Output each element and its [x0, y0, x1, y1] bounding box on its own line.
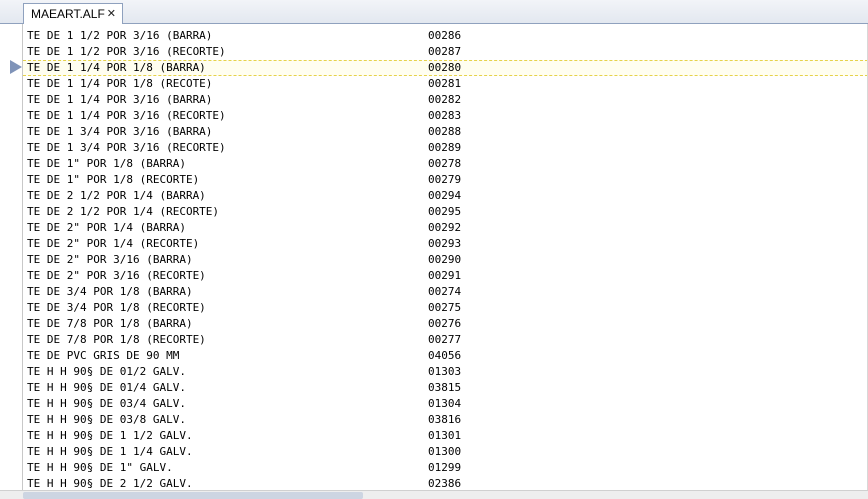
line-code: 00291 — [428, 269, 462, 282]
line-code: 00293 — [428, 237, 462, 250]
line-description: TE H H 90§ DE 2 1/2 GALV. — [27, 477, 193, 490]
line-description: TE DE 2" POR 3/16 (BARRA) — [27, 253, 193, 266]
tab-title: MAEART.ALF — [31, 7, 105, 21]
line-code: 00287 — [428, 45, 462, 58]
line-code: 00274 — [428, 285, 462, 298]
line-code: 01303 — [428, 365, 462, 378]
text-line[interactable]: TE DE 2" POR 3/16 (RECORTE) 00291 — [23, 268, 868, 284]
line-description: TE H H 90§ DE 1 1/4 GALV. — [27, 445, 193, 458]
line-description: TE H H 90§ DE 1" GALV. — [27, 461, 173, 474]
text-editor[interactable]: TE DE 1 1/2 POR 3/16 (BARRA) 00286 TE DE 1… — [23, 28, 868, 490]
line-code: 00294 — [428, 189, 462, 202]
text-line[interactable]: TE DE 1 1/4 POR 1/8 (RECOTE) 00281 — [23, 76, 868, 92]
line-code: 00280 — [428, 61, 462, 74]
line-description: TE DE 7/8 POR 1/8 (BARRA) — [27, 317, 193, 330]
current-line[interactable]: TE DE 1 1/4 POR 1/8 (BARRA) 00280 — [23, 60, 868, 76]
line-description: TE DE 1 3/4 POR 3/16 (RECORTE) — [27, 141, 226, 154]
line-description: TE DE 7/8 POR 1/8 (RECORTE) — [27, 333, 206, 346]
line-description: TE DE 2" POR 1/4 (BARRA) — [27, 221, 186, 234]
text-line[interactable]: TE H H 90§ DE 1 1/2 GALV. 01301 — [23, 428, 868, 444]
line-description: TE H H 90§ DE 03/8 GALV. — [27, 413, 186, 426]
line-code: 00288 — [428, 125, 462, 138]
text-line[interactable]: TE DE 1 1/2 POR 3/16 (RECORTE) 00287 — [23, 44, 868, 60]
line-code: 03815 — [428, 381, 462, 394]
horizontal-scrollbar-thumb[interactable] — [23, 492, 363, 499]
text-line[interactable]: TE DE 3/4 POR 1/8 (RECORTE) 00275 — [23, 300, 868, 316]
line-description: TE DE 2 1/2 POR 1/4 (RECORTE) — [27, 205, 220, 218]
line-description: TE DE 1" POR 1/8 (RECORTE) — [27, 173, 200, 186]
line-description: TE DE 1 1/4 POR 3/16 (BARRA) — [27, 93, 213, 106]
line-description: TE DE 1 1/2 POR 3/16 (BARRA) — [27, 29, 213, 42]
line-code: 00295 — [428, 205, 462, 218]
line-description: TE H H 90§ DE 01/4 GALV. — [27, 381, 186, 394]
line-code: 02386 — [428, 477, 462, 490]
line-code: 00276 — [428, 317, 462, 330]
text-line[interactable]: TE H H 90§ DE 1 1/4 GALV. 01300 — [23, 444, 868, 460]
tab-bar: MAEART.ALF ✕ — [0, 0, 868, 24]
line-description: TE DE 3/4 POR 1/8 (BARRA) — [27, 285, 193, 298]
line-code: 04056 — [428, 349, 462, 362]
line-description: TE DE 1 1/2 POR 3/16 (RECORTE) — [27, 45, 226, 58]
current-line-arrow-icon — [10, 60, 22, 74]
text-line[interactable]: TE H H 90§ DE 2 1/2 GALV. 02386 — [23, 476, 868, 490]
line-code: 00281 — [428, 77, 462, 90]
line-description: TE DE 2" POR 1/4 (RECORTE) — [27, 237, 200, 250]
text-line[interactable]: TE DE 1" POR 1/8 (BARRA) 00278 — [23, 156, 868, 172]
text-line[interactable]: TE DE 1 3/4 POR 3/16 (BARRA) 00288 — [23, 124, 868, 140]
line-code: 01301 — [428, 429, 462, 442]
text-line[interactable]: TE H H 90§ DE 01/4 GALV. 03815 — [23, 380, 868, 396]
line-description: TE H H 90§ DE 01/2 GALV. — [27, 365, 186, 378]
text-line[interactable]: TE DE 1 3/4 POR 3/16 (RECORTE) 00289 — [23, 140, 868, 156]
line-description: TE H H 90§ DE 03/4 GALV. — [27, 397, 186, 410]
text-line[interactable]: TE DE 1 1/4 POR 3/16 (BARRA) 00282 — [23, 92, 868, 108]
text-line[interactable]: TE H H 90§ DE 1" GALV. 01299 — [23, 460, 868, 476]
line-description: TE DE 1 1/4 POR 1/8 (BARRA) — [27, 61, 206, 74]
line-description: TE DE 1 1/4 POR 1/8 (RECOTE) — [27, 77, 213, 90]
text-line[interactable]: TE H H 90§ DE 01/2 GALV. 01303 — [23, 364, 868, 380]
line-code: 01299 — [428, 461, 462, 474]
text-line[interactable]: TE DE 2 1/2 POR 1/4 (BARRA) 00294 — [23, 188, 868, 204]
line-code: 01300 — [428, 445, 462, 458]
line-code: 00283 — [428, 109, 462, 122]
line-code: 00282 — [428, 93, 462, 106]
horizontal-scrollbar[interactable] — [0, 490, 868, 499]
text-line[interactable]: TE DE 2" POR 3/16 (BARRA) 00290 — [23, 252, 868, 268]
line-code: 00286 — [428, 29, 462, 42]
line-code: 00278 — [428, 157, 462, 170]
text-line[interactable]: TE DE 7/8 POR 1/8 (BARRA) 00276 — [23, 316, 868, 332]
line-code: 00290 — [428, 253, 462, 266]
line-code: 01304 — [428, 397, 462, 410]
text-line[interactable]: TE DE 2 1/2 POR 1/4 (RECORTE) 00295 — [23, 204, 868, 220]
line-description: TE H H 90§ DE 1 1/2 GALV. — [27, 429, 193, 442]
text-line[interactable]: TE H H 90§ DE 03/4 GALV. 01304 — [23, 396, 868, 412]
close-icon[interactable]: ✕ — [107, 7, 116, 21]
line-description: TE DE PVC GRIS DE 90 MM — [27, 349, 180, 362]
line-code: 00292 — [428, 221, 462, 234]
editor-gutter — [0, 24, 22, 490]
line-description: TE DE 1 3/4 POR 3/16 (BARRA) — [27, 125, 213, 138]
text-line[interactable]: TE DE 3/4 POR 1/8 (BARRA) 00274 — [23, 284, 868, 300]
line-description: TE DE 3/4 POR 1/8 (RECORTE) — [27, 301, 206, 314]
line-description: TE DE 2" POR 3/16 (RECORTE) — [27, 269, 206, 282]
line-code: 00289 — [428, 141, 462, 154]
text-line[interactable]: TE DE 1" POR 1/8 (RECORTE) 00279 — [23, 172, 868, 188]
line-description: TE DE 1 1/4 POR 3/16 (RECORTE) — [27, 109, 226, 122]
text-line[interactable]: TE DE PVC GRIS DE 90 MM 04056 — [23, 348, 868, 364]
text-line[interactable]: TE DE 1 1/4 POR 3/16 (RECORTE) 00283 — [23, 108, 868, 124]
text-line[interactable]: TE DE 2" POR 1/4 (RECORTE) 00293 — [23, 236, 868, 252]
tab-maeart-alf[interactable]: MAEART.ALF ✕ — [23, 3, 123, 24]
line-code: 00275 — [428, 301, 462, 314]
text-line[interactable]: TE DE 2" POR 1/4 (BARRA) 00292 — [23, 220, 868, 236]
line-description: TE DE 1" POR 1/8 (BARRA) — [27, 157, 186, 170]
line-code: 00277 — [428, 333, 462, 346]
text-line[interactable]: TE DE 7/8 POR 1/8 (RECORTE) 00277 — [23, 332, 868, 348]
text-line[interactable]: TE DE 1 1/2 POR 3/16 (BARRA) 00286 — [23, 28, 868, 44]
line-code: 03816 — [428, 413, 462, 426]
text-line[interactable]: TE H H 90§ DE 03/8 GALV. 03816 — [23, 412, 868, 428]
line-code: 00279 — [428, 173, 462, 186]
line-description: TE DE 2 1/2 POR 1/4 (BARRA) — [27, 189, 206, 202]
